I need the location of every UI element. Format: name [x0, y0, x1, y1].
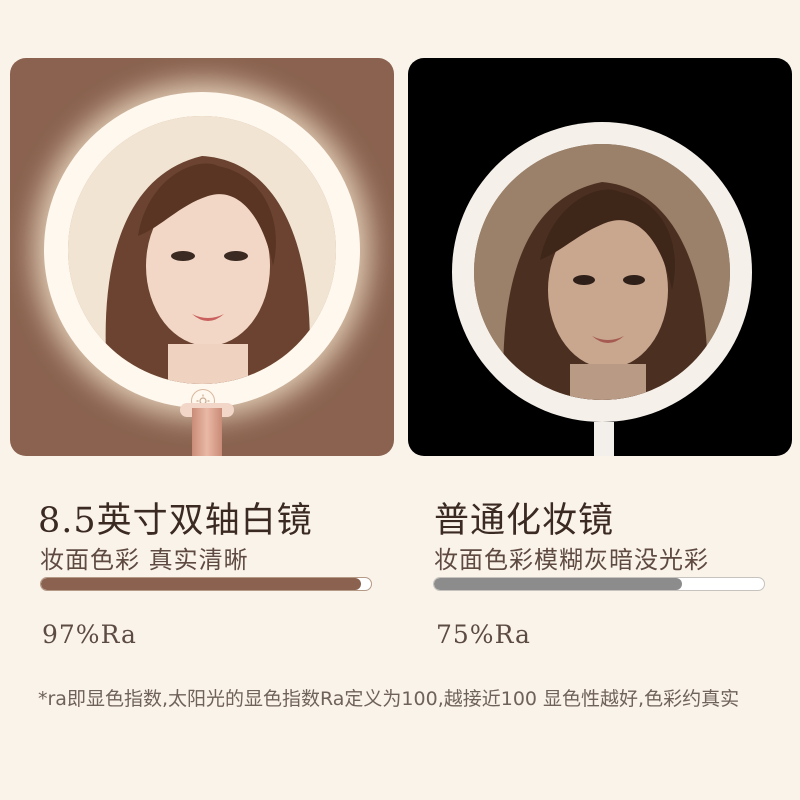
mirror-reflection-dim — [474, 144, 730, 400]
led-mirror-title: 8.5英寸双轴白镜 — [38, 501, 313, 541]
ra-footnote: *ra即显色指数,太阳光的显色指数Ra定义为100,越接近100 显色性越好,色… — [38, 688, 740, 710]
ordinary-mirror-subtitle: 妆面色彩模糊灰暗没光彩 — [434, 546, 709, 574]
led-mirror-ra-label: 97%Ra — [42, 620, 137, 649]
led-mirror-ra-fill — [41, 578, 362, 590]
face-reflection-illustration-dim — [474, 144, 730, 400]
mirror-stand — [192, 408, 222, 456]
mirror-stand — [594, 422, 614, 456]
mirror-reflection-bright — [68, 116, 336, 384]
ordinary-mirror-ra-fill — [434, 578, 682, 590]
ordinary-mirror-ra-label: 75%Ra — [436, 620, 531, 649]
ordinary-mirror-title: 普通化妆镜 — [434, 501, 615, 541]
led-mirror-photo-panel — [10, 58, 394, 456]
face-reflection-illustration — [68, 116, 336, 384]
led-mirror-ra-bar — [40, 577, 372, 591]
led-mirror-subtitle: 妆面色彩 真实清晰 — [40, 546, 249, 574]
ordinary-mirror-ra-bar — [433, 577, 765, 591]
ordinary-mirror-photo-panel — [408, 58, 792, 456]
